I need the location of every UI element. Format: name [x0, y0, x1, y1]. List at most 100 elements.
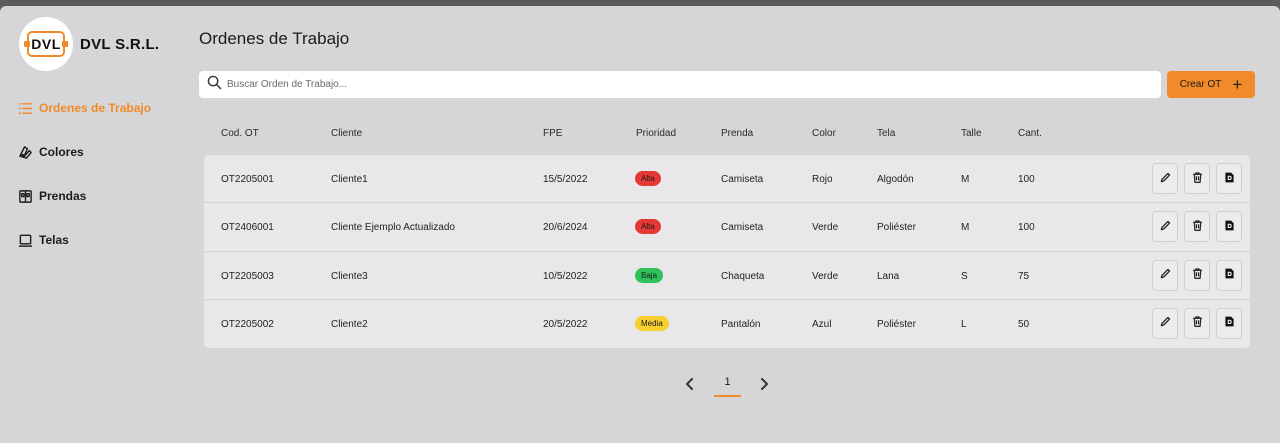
header-cliente: Cliente — [331, 128, 363, 139]
page-number[interactable]: 1 — [714, 372, 741, 397]
table-row: OT2205002 Cliente2 20/5/2022 Media Panta… — [204, 300, 1250, 348]
cell-fabric: Poliéster — [877, 318, 916, 330]
cell-code: OT2205001 — [221, 174, 274, 185]
fabric-icon — [17, 232, 33, 248]
sidebar-nav: Ordenes de Trabajo Colores Prendas Telas — [17, 86, 192, 262]
header-tela: Tela — [877, 128, 896, 139]
list-icon — [17, 100, 33, 116]
edit-button[interactable] — [1152, 307, 1178, 339]
cell-qty: 50 — [1018, 318, 1030, 330]
delete-button[interactable] — [1184, 259, 1210, 291]
brand-name: DVL S.R.L. — [80, 35, 160, 53]
cell-garment: Camiseta — [721, 174, 764, 185]
delete-button[interactable] — [1184, 307, 1210, 339]
search-bar[interactable] — [199, 71, 1161, 98]
cell-garment: Chaqueta — [721, 270, 765, 282]
trash-icon — [1191, 171, 1204, 187]
edit-icon — [1159, 267, 1172, 283]
table-body: OT2205001 Cliente1 15/5/2022 Alta Camise… — [204, 155, 1250, 348]
priority-badge: Media — [635, 315, 669, 331]
row-actions — [1152, 211, 1242, 243]
document-button[interactable] — [1216, 163, 1242, 194]
document-icon — [1223, 171, 1236, 187]
chevron-right-icon[interactable] — [754, 374, 774, 394]
cell-size: S — [961, 270, 968, 282]
cell-qty: 100 — [1018, 174, 1035, 185]
header-prioridad: Prioridad — [636, 128, 677, 139]
cell-fpe: 20/5/2022 — [543, 318, 588, 330]
edit-button[interactable] — [1152, 259, 1178, 291]
edit-icon — [1159, 171, 1172, 187]
logo-badge: DVL — [24, 31, 68, 57]
sidebar-item-ordenes[interactable]: Ordenes de Trabajo — [17, 86, 192, 130]
cell-garment: Camiseta — [721, 222, 764, 234]
cell-garment: Pantalón — [721, 318, 761, 330]
plus-icon: + — [1232, 74, 1243, 94]
delete-button[interactable] — [1184, 211, 1210, 243]
trash-icon — [1191, 315, 1204, 331]
cell-fabric: Lana — [877, 270, 900, 282]
edit-icon — [1159, 315, 1172, 331]
cell-fabric: Algodón — [877, 174, 914, 185]
palette-icon — [17, 144, 33, 160]
sidebar-item-prendas[interactable]: Prendas — [17, 174, 192, 218]
cell-client: Cliente2 — [331, 318, 368, 330]
cell-fpe: 10/5/2022 — [543, 270, 588, 282]
cell-size: M — [961, 174, 970, 185]
cell-fabric: Poliéster — [877, 222, 916, 234]
table-row: OT2205001 Cliente1 15/5/2022 Alta Camise… — [204, 155, 1250, 204]
row-actions — [1152, 163, 1242, 194]
cell-fpe: 20/6/2024 — [543, 222, 588, 234]
header-color: Color — [812, 128, 836, 139]
cell-qty: 100 — [1018, 222, 1035, 234]
header-prenda: Prenda — [721, 128, 754, 139]
cell-code: OT2205002 — [221, 318, 274, 330]
document-icon — [1223, 267, 1236, 283]
sidebar-item-label: Colores — [39, 145, 84, 159]
table-row: OT2406001 Cliente Ejemplo Actualizado 20… — [204, 203, 1250, 252]
cell-qty: 75 — [1018, 270, 1030, 282]
sidebar-item-colores[interactable]: Colores — [17, 130, 192, 174]
priority-badge: Baja — [635, 267, 664, 283]
document-button[interactable] — [1216, 259, 1242, 291]
sidebar-item-telas[interactable]: Telas — [17, 218, 192, 262]
header-talle: Talle — [961, 128, 982, 139]
document-button[interactable] — [1216, 211, 1242, 243]
cell-color: Verde — [812, 222, 839, 234]
create-ot-button[interactable]: Crear OT + — [1167, 71, 1255, 98]
brand: DVL DVL S.R.L. — [19, 17, 159, 71]
trash-icon — [1191, 219, 1204, 235]
app-window: DVL DVL S.R.L. Ordenes de Trabajo Colore… — [0, 6, 1280, 443]
row-actions — [1152, 307, 1242, 339]
header-fpe: FPE — [543, 128, 563, 139]
sidebar-item-label: Telas — [39, 233, 69, 247]
sidebar-item-label: Prendas — [39, 189, 87, 203]
cell-client: Cliente Ejemplo Actualizado — [331, 222, 455, 234]
header-cod-ot: Cod. OT — [221, 128, 259, 139]
cell-client: Cliente3 — [331, 270, 368, 282]
cell-size: L — [961, 318, 967, 330]
table-header: Cod. OT Cliente FPE Prioridad Prenda Col… — [204, 124, 1250, 144]
header-cant: Cant. — [1018, 128, 1042, 139]
edit-button[interactable] — [1152, 163, 1178, 194]
document-icon — [1223, 315, 1236, 331]
cell-size: M — [961, 222, 970, 234]
delete-button[interactable] — [1184, 163, 1210, 194]
cell-code: OT2205003 — [221, 270, 274, 282]
edit-icon — [1159, 219, 1172, 235]
priority-badge: Alta — [635, 219, 661, 235]
clothing-icon — [17, 188, 33, 204]
priority-badge: Alta — [635, 171, 661, 186]
search-icon — [207, 75, 222, 95]
chevron-left-icon[interactable] — [680, 374, 700, 394]
cell-code: OT2406001 — [221, 222, 274, 234]
cell-color: Azul — [812, 318, 832, 330]
search-input[interactable] — [227, 79, 1127, 90]
table-row: OT2205003 Cliente3 10/5/2022 Baja Chaque… — [204, 252, 1250, 300]
create-ot-label: Crear OT — [1179, 79, 1222, 90]
sidebar-item-label: Ordenes de Trabajo — [39, 101, 152, 115]
document-button[interactable] — [1216, 307, 1242, 339]
cell-fpe: 15/5/2022 — [543, 174, 588, 185]
page-title: Ordenes de Trabajo — [199, 29, 350, 48]
edit-button[interactable] — [1152, 211, 1178, 243]
